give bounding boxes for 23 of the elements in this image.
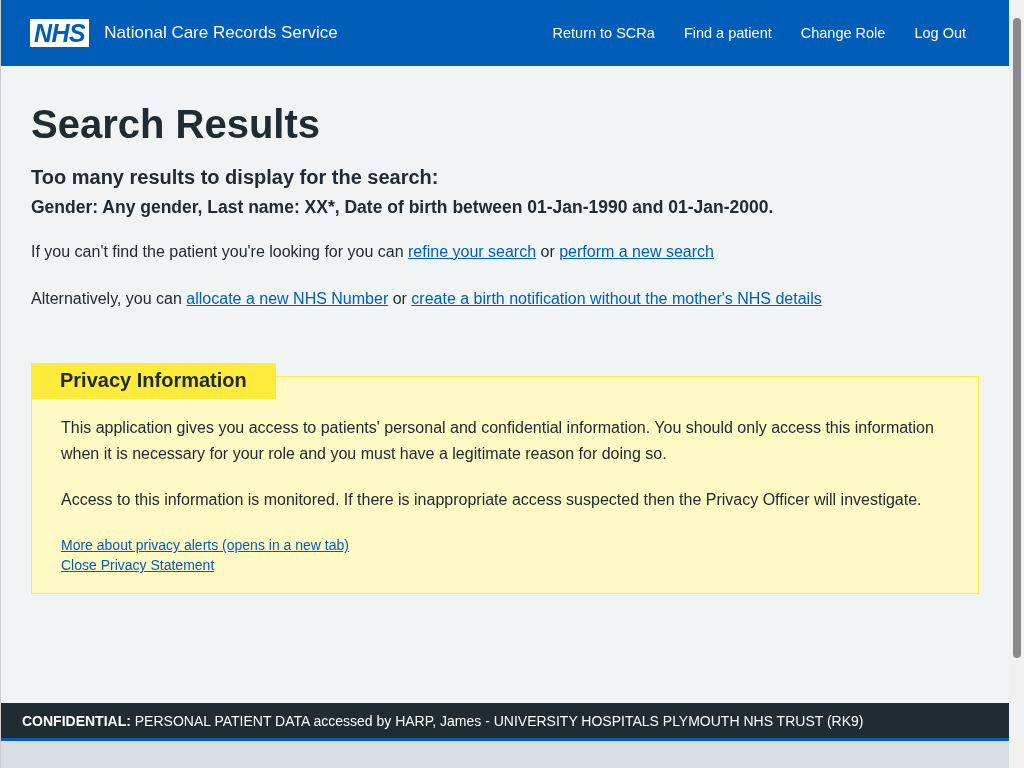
privacy-text: Access to this information is monitored. If there is inappropriate access suspected then the Privacy Officer will investigate. bbox=[61, 490, 923, 511]
inline-link[interactable]: refine your search bbox=[408, 243, 537, 260]
privacy-heading: Privacy Information bbox=[31, 363, 276, 400]
help-sentence: If you can't find the patient you're looking for you can refine your search or perform a new search bbox=[31, 242, 715, 262]
search-criteria: Gender: Any gender, Last name: XX*, Date of birth between 01-Jan-1990 and 01-Jan-2000. bbox=[31, 197, 775, 218]
privacy-text: This application gives you access to patients' personal and confidential information. You should only access this information when it is necessary for your role and you must have a legitimate reason for doing so. bbox=[61, 418, 935, 465]
help-sentence: Alternatively, you can allocate a new NHS Number or create a birth notification without the mother's NHS details bbox=[31, 289, 823, 309]
inline-link[interactable]: perform a new search bbox=[559, 243, 714, 260]
nav-link[interactable]: Change Role bbox=[800, 25, 886, 41]
page-title: Search Results bbox=[31, 102, 322, 146]
scroll-thumb[interactable] bbox=[1012, 18, 1021, 658]
inline-link[interactable]: allocate a new NHS Number bbox=[186, 290, 389, 308]
results-message: Too many results to display for the search: bbox=[31, 166, 440, 189]
service-name: National Care Records Service bbox=[104, 23, 338, 43]
nhs-logo[interactable]: NHS bbox=[30, 19, 90, 47]
privacy-link[interactable]: More about privacy alerts (opens in a new tab) bbox=[61, 537, 349, 554]
nav-link[interactable]: Return to SCRa bbox=[552, 25, 655, 41]
scrollbar[interactable] bbox=[1009, 0, 1024, 768]
privacy-link[interactable]: Close Privacy Statement bbox=[61, 557, 215, 574]
confidential-notice: CONFIDENTIAL: PERSONAL PATIENT DATA accessed by HARP, James - UNIVERSITY HOSPITALS PLYMOUTH NHS TRUST (RK9) bbox=[22, 712, 864, 729]
nav-link[interactable]: Log Out bbox=[914, 25, 966, 41]
inline-link[interactable]: create a birth notification without the mother's NHS details bbox=[411, 290, 822, 308]
nav-link[interactable]: Find a patient bbox=[683, 25, 772, 41]
